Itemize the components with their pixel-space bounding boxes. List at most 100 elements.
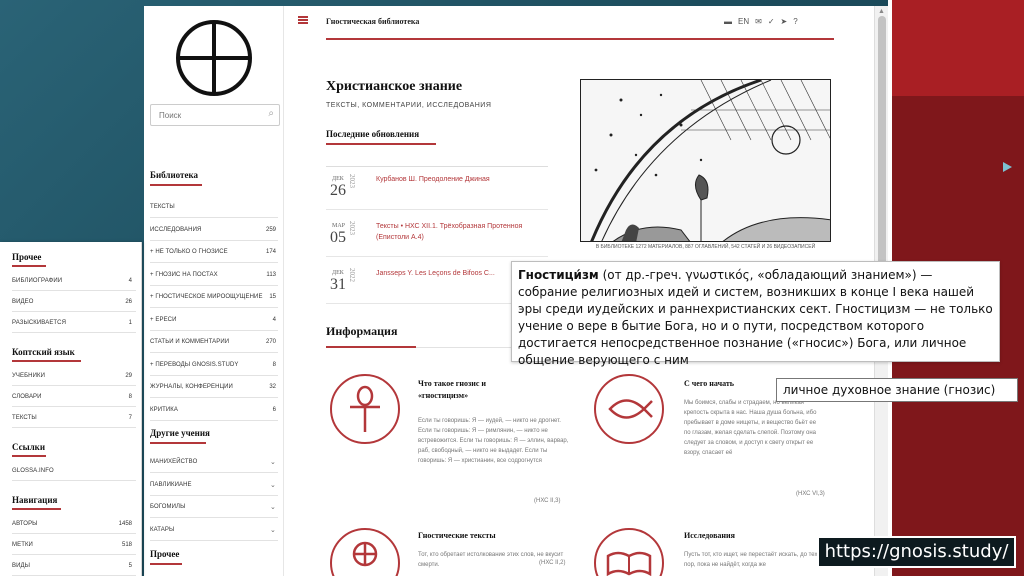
overlay-item[interactable]: СЛОВАРИ <box>12 394 42 400</box>
overlay-item[interactable]: БИБЛИОГРАФИИ <box>12 278 62 284</box>
other-teaching-divider <box>150 517 278 518</box>
overlay-item[interactable]: РАЗЫСКИВАЕТСЯ <box>12 320 66 326</box>
cross-circle-icon[interactable] <box>330 528 400 576</box>
overlay-item[interactable]: ТЕКСТЫ <box>12 415 37 421</box>
update-title[interactable]: Курбанов Ш. Преодоление Джиная <box>376 174 544 185</box>
overlay-item[interactable]: МЕТКИ <box>12 542 33 548</box>
library-item-divider <box>150 262 278 263</box>
chevron-down-icon[interactable]: ⌄ <box>270 458 276 466</box>
page-title: Христианское знание <box>326 79 463 94</box>
library-item[interactable]: ТЕКСТЫ <box>150 204 175 210</box>
overlay-section-title: Коптский язык <box>12 347 75 357</box>
overlay-section-title: Прочее <box>12 252 42 262</box>
left-sidebar: ⌕ Библиотека ТЕКСТЫ ИССЛЕДОВАНИЯ 259 + НЕ Т… <box>144 6 284 576</box>
library-item-divider <box>150 284 278 286</box>
arrow-icon[interactable]: ➤ <box>781 17 788 26</box>
library-heading: Библиотека <box>150 170 198 180</box>
overlay-item-count: 7 <box>128 415 132 421</box>
library-item[interactable]: ЖУРНАЛЫ, КОНФЕРЕНЦИИ <box>150 384 233 390</box>
card-title-texts[interactable]: Гностические тексты <box>418 530 496 542</box>
library-item-divider <box>150 217 278 218</box>
update-title[interactable]: Тексты • НХС XII.1. Трёхобразная Протенн… <box>376 221 544 243</box>
overlay-item[interactable]: GLOSSA.INFO <box>12 468 54 474</box>
library-item-count: 259 <box>265 226 276 233</box>
overlay-item-count: 29 <box>125 373 132 379</box>
overlay-item[interactable]: УЧЕБНИКИ <box>12 373 45 379</box>
search-box[interactable]: ⌕ <box>150 104 280 126</box>
overlay-item[interactable]: АВТОРЫ <box>12 521 38 527</box>
overlay-item-divider <box>12 554 136 555</box>
chevron-down-icon[interactable]: ⌄ <box>270 526 276 534</box>
card-title-research[interactable]: Исследования <box>684 530 735 542</box>
book-icon[interactable] <box>594 528 664 576</box>
library-item[interactable]: СТАТЬИ И КОММЕНТАРИИ <box>150 339 229 345</box>
mail-icon[interactable]: ✉ <box>755 17 762 26</box>
library-item-count: 32 <box>269 384 276 390</box>
overlay-section-underline <box>12 455 46 457</box>
library-item[interactable]: + НЕ ТОЛЬКО О ГНОЗИСЕ <box>150 249 228 255</box>
library-item-divider <box>150 307 278 308</box>
overlay-item-divider <box>12 480 136 481</box>
overlay-item[interactable]: ВИДЕО <box>12 299 34 305</box>
popup-definition: (от др.-греч. γνωστικός, «обладающий зна… <box>518 268 993 367</box>
lang-switch[interactable]: EN <box>738 17 749 26</box>
help-icon[interactable]: ? <box>793 17 797 26</box>
other-teaching-divider <box>150 539 278 541</box>
menu-icon[interactable] <box>298 16 308 24</box>
library-item[interactable]: КРИТИКА <box>150 407 178 413</box>
definition-popup: Гностици́зм (от др.-греч. γνωστικός, «об… <box>511 261 1000 367</box>
header-divider <box>326 38 834 40</box>
more-underline <box>150 563 182 565</box>
site-title[interactable]: Гностическая библиотека <box>326 17 419 26</box>
update-day: 05 <box>330 229 346 246</box>
card-title-start[interactable]: С чего начать <box>684 378 734 390</box>
slide-triangle-icon <box>1003 162 1012 172</box>
overlay-item[interactable]: ВИДЫ <box>12 563 30 569</box>
sidebar-overlay-crop: Прочее БИБЛИОГРАФИИ 4 ВИДЕО 26 РАЗЫСКИВАЕТСЯ 1… <box>0 242 142 576</box>
updates-underline <box>326 143 436 145</box>
engraving-caption: В БИБЛИОТЕКЕ 1272 МАТЕРИАЛОВ, 887 ОГЛАВЛ… <box>595 244 816 250</box>
scroll-up-icon[interactable]: ▲ <box>878 8 885 15</box>
overlay-item-divider <box>12 311 136 312</box>
library-item-divider <box>150 239 278 241</box>
library-item[interactable]: + ГНОЗИС НА ПОСТАХ <box>150 272 218 278</box>
card-title-gnosis[interactable]: Что такое гнозис и «гностицизм» <box>418 378 528 402</box>
search-icon[interactable]: ⌕ <box>268 108 274 119</box>
library-item[interactable]: + ГНОСТИЧЕСКОЕ МИРООЩУЩЕНИЕ <box>150 294 263 300</box>
library-item-divider <box>150 419 278 421</box>
more-heading: Прочее <box>150 549 180 559</box>
overlay-section-underline <box>12 265 46 267</box>
vk-icon[interactable]: ✓ <box>768 17 775 26</box>
library-item-count: 8 <box>272 361 276 368</box>
library-item[interactable]: ИССЛЕДОВАНИЯ <box>150 227 201 233</box>
library-item[interactable]: + ЕРЕСИ <box>150 317 177 323</box>
other-teaching-item[interactable]: БОГОМИЛЫ <box>150 504 185 510</box>
gnostic-cross-logo[interactable] <box>174 18 254 98</box>
library-underline <box>150 184 202 186</box>
updates-heading: Последние обновления <box>326 129 420 139</box>
gnosis-note: личное духовное знание (гнозис) <box>776 378 1018 402</box>
other-teaching-item[interactable]: ПАВЛИКИАНЕ <box>150 482 192 488</box>
overlay-item-divider <box>12 385 136 386</box>
other-teaching-item[interactable]: КАТАРЫ <box>150 527 174 533</box>
other-teaching-item[interactable]: МАНИХЕЙСТВО <box>150 459 197 465</box>
chevron-down-icon[interactable]: ⌄ <box>270 503 276 511</box>
card-text-research: Пусть тот, кто ищет, не перестаёт искать… <box>684 552 818 568</box>
other-teaching-divider <box>150 472 278 473</box>
scrollbar-thumb[interactable] <box>878 16 886 266</box>
flag-ru-icon[interactable]: ▬ <box>724 17 732 26</box>
popup-term: Гностици́зм <box>518 268 599 282</box>
library-item[interactable]: + ПЕРЕВОДЫ GNOSIS.STUDY <box>150 362 239 368</box>
update-entry[interactable]: ДЕК 26 2023 Курбанов Ш. Преодоление Джиная <box>326 166 548 210</box>
site-url[interactable]: https://gnosis.study/ <box>817 536 1016 568</box>
ichthys-icon[interactable] <box>594 374 664 444</box>
library-item-count: 4 <box>272 316 276 323</box>
update-entry[interactable]: МАР 05 2023 Тексты • НХС XII.1. Трёхобразна… <box>326 213 548 257</box>
overlay-item-count: 8 <box>128 394 132 400</box>
search-input[interactable] <box>159 108 254 122</box>
info-underline <box>326 346 416 348</box>
overlay-item-divider <box>12 332 136 333</box>
chevron-down-icon[interactable]: ⌄ <box>270 481 276 489</box>
other-teachings-heading: Другие учения <box>150 428 210 438</box>
ankh-icon[interactable] <box>330 374 400 444</box>
